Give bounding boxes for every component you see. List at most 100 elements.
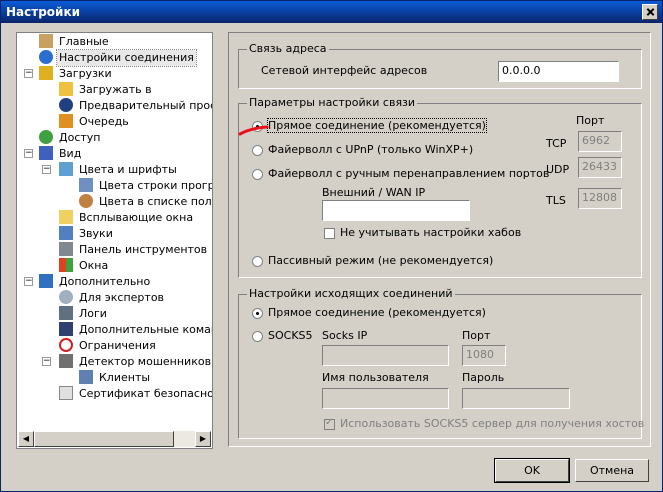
cancel-button[interactable]: Отмена [575, 459, 649, 482]
scroll-right-button[interactable]: ▶ [195, 431, 211, 447]
view-icon [39, 146, 53, 160]
client-icon [79, 370, 93, 384]
password-label: Пароль [462, 371, 505, 384]
tree-item-certificate[interactable]: Сертификат безопасности [59, 386, 212, 402]
tree-item-logs[interactable]: Логи [59, 306, 109, 322]
expand-view-toggle[interactable]: − [24, 149, 33, 158]
tcp-port-input[interactable]: 6962 [578, 131, 622, 152]
socks-ip-label: Socks IP [322, 329, 368, 342]
outgoing-group-title: Настройки исходящих соединений [247, 287, 455, 300]
connection-group-title: Параметры настройки связи [247, 96, 418, 109]
socks-port-input[interactable]: 1080 [462, 345, 506, 366]
ignore-hubs-label[interactable]: Не учитывать настройки хабов [340, 226, 521, 239]
close-button[interactable] [642, 4, 658, 20]
use-socks-checkbox[interactable] [324, 417, 335, 430]
manual-forward-radio[interactable] [252, 169, 263, 180]
tls-port-input[interactable]: 12808 [578, 188, 622, 209]
manual-forward-label[interactable]: Файерволл с ручным перенаправлением порт… [268, 167, 549, 180]
outgoing-direct-radio[interactable] [252, 308, 263, 319]
outgoing-group: Настройки исходящих соединений Прямое со… [238, 287, 644, 439]
command-icon [59, 322, 73, 336]
username-input[interactable] [322, 388, 449, 409]
passive-mode-radio[interactable] [252, 256, 263, 267]
ignore-hubs-checkbox[interactable] [324, 228, 335, 239]
download-icon [39, 66, 53, 80]
expand-advanced-toggle[interactable]: − [24, 277, 33, 286]
interface-input[interactable]: 0.0.0.0 [498, 61, 619, 82]
tree-item-download-to[interactable]: Загружать в [59, 82, 154, 98]
expand-colors-toggle[interactable]: − [42, 165, 51, 174]
tree-item-sharing[interactable]: Доступ [39, 130, 102, 146]
advanced-icon [39, 274, 53, 288]
scroll-left-button[interactable]: ◀ [18, 431, 34, 447]
users-icon [39, 130, 53, 144]
window-title: Настройки [6, 5, 81, 19]
log-icon [59, 306, 73, 320]
palette-icon [59, 162, 73, 176]
socks5-label[interactable]: SOCKS5 [268, 329, 313, 342]
user-list-icon [79, 194, 93, 208]
tree-horizontal-scrollbar[interactable]: ◀ ▶ [18, 431, 211, 447]
toolbar-icon [59, 242, 73, 256]
tree-item-sounds[interactable]: Звуки [59, 226, 115, 242]
scroll-thumb[interactable] [34, 431, 174, 447]
passive-mode-label[interactable]: Пассивный режим (не рекомендуется) [268, 254, 493, 267]
gear-icon [59, 290, 73, 304]
tcp-label: TCP [546, 137, 567, 150]
expand-downloads-toggle[interactable]: − [24, 69, 33, 78]
tree-item-clients[interactable]: Клиенты [79, 370, 152, 386]
tree-item-popups[interactable]: Всплывающие окна [59, 210, 195, 226]
tree-item-experts[interactable]: Для экспертов [59, 290, 166, 306]
sound-icon [59, 226, 73, 240]
udp-label: UDP [546, 163, 570, 176]
tree-item-advanced[interactable]: Дополнительно [39, 274, 152, 290]
popup-icon [59, 210, 73, 224]
tree-item-extra-commands[interactable]: Дополнительные команды [59, 322, 212, 338]
globe-icon [39, 50, 53, 64]
red-annotation-mark [238, 125, 269, 136]
tree-item-limits[interactable]: Ограничения [59, 338, 158, 354]
tree-item-windows[interactable]: Окна [59, 258, 110, 274]
expand-fraud-toggle[interactable]: − [42, 357, 51, 366]
address-group: Связь адреса Сетевой интерфейс адресов 0… [238, 42, 642, 89]
tree-item-toolbar[interactable]: Панель инструментов [59, 242, 209, 258]
outgoing-direct-label[interactable]: Прямое соединение (рекомендуется) [268, 306, 486, 319]
folder-icon [59, 82, 73, 96]
tree-item-connection-settings[interactable]: Настройки соединения [39, 49, 197, 67]
media-icon [59, 98, 73, 112]
connection-group: Параметры настройки связи Порт Прямое со… [238, 96, 642, 278]
tree-item-downloads[interactable]: Загрузки [39, 66, 114, 82]
tree-item-userlist-colors[interactable]: Цвета в списке пользователей [79, 194, 212, 210]
settings-tree: − − − − − Главные Настройки соединения З… [16, 32, 213, 449]
port-header: Порт [576, 114, 605, 127]
username-label: Имя пользователя [322, 371, 429, 384]
tree-item-general[interactable]: Главные [39, 34, 111, 50]
limit-icon [59, 338, 73, 352]
tree-item-preview[interactable]: Предварительный просмотр [59, 98, 212, 114]
udp-port-input[interactable]: 26433 [578, 157, 622, 178]
tree-item-colors-fonts[interactable]: Цвета и шрифты [59, 162, 179, 178]
certificate-icon [59, 386, 73, 400]
title-bar: Настройки [1, 1, 662, 23]
socks5-radio[interactable] [252, 331, 263, 342]
interface-label: Сетевой интерфейс адресов [261, 64, 428, 77]
upnp-label[interactable]: Файерволл с UPnP (только WinXP+) [268, 143, 473, 156]
use-socks-label[interactable]: Использовать SOCKS5 сервер для получения… [340, 417, 644, 430]
tree-item-queue[interactable]: Очередь [59, 114, 131, 130]
user-icon [39, 34, 53, 48]
tree-item-view[interactable]: Вид [39, 146, 83, 162]
ok-button[interactable]: OK [494, 458, 570, 483]
wan-ip-input[interactable] [322, 200, 470, 221]
password-input[interactable] [462, 388, 570, 409]
tree-item-fraud-detector[interactable]: Детектор мошенников [59, 354, 212, 370]
socks-ip-input[interactable] [322, 345, 449, 366]
direct-connection-label[interactable]: Прямое соединение (рекомендуется) [267, 118, 487, 133]
settings-panel: Связь адреса Сетевой интерфейс адресов 0… [228, 32, 651, 447]
upnp-radio[interactable] [252, 145, 263, 156]
progress-icon [79, 178, 93, 192]
queue-icon [59, 114, 73, 128]
tree-item-progress-colors[interactable]: Цвета строки прогресса [79, 178, 212, 194]
lock-icon [59, 354, 73, 368]
socks-port-label: Порт [462, 329, 491, 342]
tls-label: TLS [546, 194, 566, 207]
